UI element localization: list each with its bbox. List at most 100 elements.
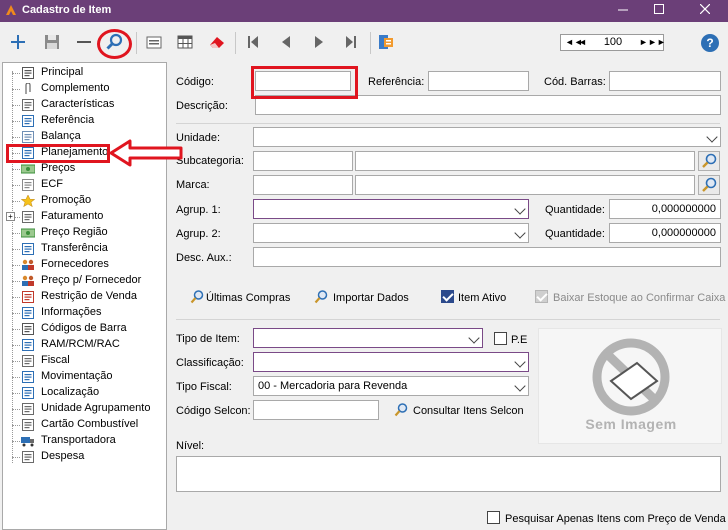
agrup1-label: Agrup. 1: bbox=[176, 204, 221, 216]
tipo-item-select[interactable] bbox=[253, 328, 483, 348]
tree-item-complemento[interactable]: Complemento bbox=[3, 81, 166, 97]
quantidade1-input[interactable]: 0,000000000 bbox=[609, 199, 721, 219]
tree-item-faturamento[interactable]: Faturamento bbox=[3, 209, 166, 225]
referencia-input[interactable] bbox=[428, 71, 529, 91]
eraser-icon bbox=[210, 37, 224, 48]
consultar-selcon-button[interactable]: Consultar Itens Selcon bbox=[413, 405, 524, 417]
tree-item-label: Faturamento bbox=[41, 210, 104, 222]
window-title: Cadastro de Item bbox=[22, 4, 112, 16]
tree-item-planejamento[interactable]: Planejamento bbox=[3, 145, 166, 161]
marca-desc-input[interactable] bbox=[355, 175, 695, 195]
marca-lookup-button[interactable] bbox=[698, 175, 720, 195]
tree-item-preco-regiao[interactable]: Preço Região bbox=[3, 225, 166, 241]
tree-item-referencia[interactable]: Referência bbox=[3, 113, 166, 129]
pager-prev-button[interactable]: ◄ bbox=[578, 35, 587, 50]
tree-item-balanca[interactable]: Balança bbox=[3, 129, 166, 145]
tree-item-cartao-combustivel[interactable]: Cartão Combustível bbox=[3, 417, 166, 433]
search-icon bbox=[702, 177, 717, 192]
next-record-button[interactable] bbox=[307, 30, 331, 54]
tipo-fiscal-select[interactable]: 00 - Mercadoria para Revenda bbox=[253, 376, 529, 396]
tree-item-label: Preço Região bbox=[41, 226, 108, 238]
item-ativo-checkbox[interactable] bbox=[441, 290, 454, 303]
tree-item-preco-p-fornecedor[interactable]: Preço p/ Fornecedor bbox=[3, 273, 166, 289]
subcategoria-lookup-button[interactable] bbox=[698, 151, 720, 171]
agrup1-select[interactable] bbox=[253, 199, 529, 219]
codigo-selcon-input[interactable] bbox=[253, 400, 379, 420]
referencia-label: Referência: bbox=[368, 76, 425, 88]
help-button[interactable]: ? bbox=[701, 34, 719, 52]
previous-record-button[interactable] bbox=[274, 30, 298, 54]
add-button[interactable] bbox=[6, 30, 30, 54]
classificacao-select[interactable] bbox=[253, 352, 529, 372]
pe-label: P.E bbox=[511, 334, 528, 346]
unidade-select[interactable] bbox=[253, 127, 721, 147]
tree-item-label: Balança bbox=[41, 130, 81, 142]
item-image[interactable]: Sem Imagem bbox=[538, 328, 722, 444]
importar-dados-button[interactable]: Importar Dados bbox=[333, 292, 409, 304]
descricao-input[interactable] bbox=[255, 95, 721, 115]
tree-item-caracteristicas[interactable]: Características bbox=[3, 97, 166, 113]
pager-next-button[interactable]: ► bbox=[639, 35, 648, 50]
report-button[interactable] bbox=[142, 30, 166, 54]
pager-last-button[interactable]: ►► bbox=[648, 35, 666, 50]
tree-item-ecf[interactable]: ECF bbox=[3, 177, 166, 193]
delete-button[interactable] bbox=[72, 30, 96, 54]
transfer-icon bbox=[21, 243, 35, 255]
tree-item-fornecedores[interactable]: Fornecedores bbox=[3, 257, 166, 273]
cod-barras-input[interactable] bbox=[609, 71, 721, 91]
tree-connector bbox=[12, 281, 20, 282]
marca-code-input[interactable] bbox=[253, 175, 353, 195]
agrup2-select[interactable] bbox=[253, 223, 529, 243]
app-icon bbox=[6, 5, 16, 15]
desc-aux-input[interactable] bbox=[253, 247, 721, 267]
tree-item-localizacao[interactable]: Localização bbox=[3, 385, 166, 401]
tree-expand-button[interactable]: + bbox=[6, 212, 15, 221]
tree-item-restricao-de-venda[interactable]: Restrição de Venda bbox=[3, 289, 166, 305]
codigo-selcon-label: Código Selcon: bbox=[176, 405, 251, 417]
baixar-estoque-label: Baixar Estoque ao Confirmar Caixa bbox=[553, 292, 726, 304]
tree-item-despesa[interactable]: Despesa bbox=[3, 449, 166, 465]
pesquisar-apenas-checkbox[interactable] bbox=[487, 511, 500, 524]
quantidade2-input[interactable]: 0,000000000 bbox=[609, 223, 721, 243]
tree-item-transferencia[interactable]: Transferência bbox=[3, 241, 166, 257]
export-button[interactable] bbox=[374, 30, 398, 54]
ultimas-compras-button[interactable]: Últimas Compras bbox=[206, 292, 290, 304]
search-button[interactable] bbox=[103, 30, 127, 54]
first-record-icon bbox=[248, 36, 258, 48]
tree-item-principal[interactable]: Principal bbox=[3, 65, 166, 81]
tipo-fiscal-value: 00 - Mercadoria para Revenda bbox=[258, 380, 408, 392]
tree-item-fiscal[interactable]: Fiscal bbox=[3, 353, 166, 369]
cod-barras-label: Cód. Barras: bbox=[544, 76, 606, 88]
tree-item-unidade-agrupamento[interactable]: Unidade Agrupamento bbox=[3, 401, 166, 417]
codigo-input[interactable] bbox=[255, 71, 351, 91]
tree-item-informacoes[interactable]: Informações bbox=[3, 305, 166, 321]
record-pager: ◄◄ ◄ 100 ► ►► bbox=[560, 34, 666, 51]
tree-item-promocao[interactable]: Promoção bbox=[3, 193, 166, 209]
save-button[interactable] bbox=[40, 30, 64, 54]
tree-item-label: Cartão Combustível bbox=[41, 418, 139, 430]
previous-record-icon bbox=[282, 36, 290, 48]
tree-item-precos[interactable]: Preços bbox=[3, 161, 166, 177]
nivel-textarea[interactable] bbox=[176, 456, 721, 492]
subcategoria-desc-input[interactable] bbox=[355, 151, 695, 171]
tree-item-ram-rcm-rac[interactable]: RAM/RCM/RAC bbox=[3, 337, 166, 353]
toolbar-separator bbox=[235, 32, 236, 54]
clear-button[interactable] bbox=[205, 30, 229, 54]
codigo-label: Código: bbox=[176, 76, 214, 88]
pager-value[interactable]: 100 bbox=[587, 35, 639, 50]
minimize-button[interactable] bbox=[608, 0, 638, 22]
reference-icon bbox=[21, 115, 35, 127]
search-icon bbox=[190, 290, 204, 304]
grid-button[interactable] bbox=[173, 30, 197, 54]
first-record-button[interactable] bbox=[241, 30, 265, 54]
baixar-estoque-checkbox[interactable] bbox=[535, 290, 548, 303]
close-button[interactable] bbox=[690, 0, 720, 22]
subcategoria-code-input[interactable] bbox=[253, 151, 353, 171]
tree-item-movimentacao[interactable]: Movimentação bbox=[3, 369, 166, 385]
last-record-button[interactable] bbox=[339, 30, 363, 54]
maximize-button[interactable] bbox=[644, 0, 674, 22]
pe-checkbox[interactable] bbox=[494, 332, 507, 345]
tree-item-transportadora[interactable]: Transportadora bbox=[3, 433, 166, 449]
tree-item-codigos-de-barra[interactable]: Códigos de Barra bbox=[3, 321, 166, 337]
close-icon bbox=[699, 3, 711, 15]
